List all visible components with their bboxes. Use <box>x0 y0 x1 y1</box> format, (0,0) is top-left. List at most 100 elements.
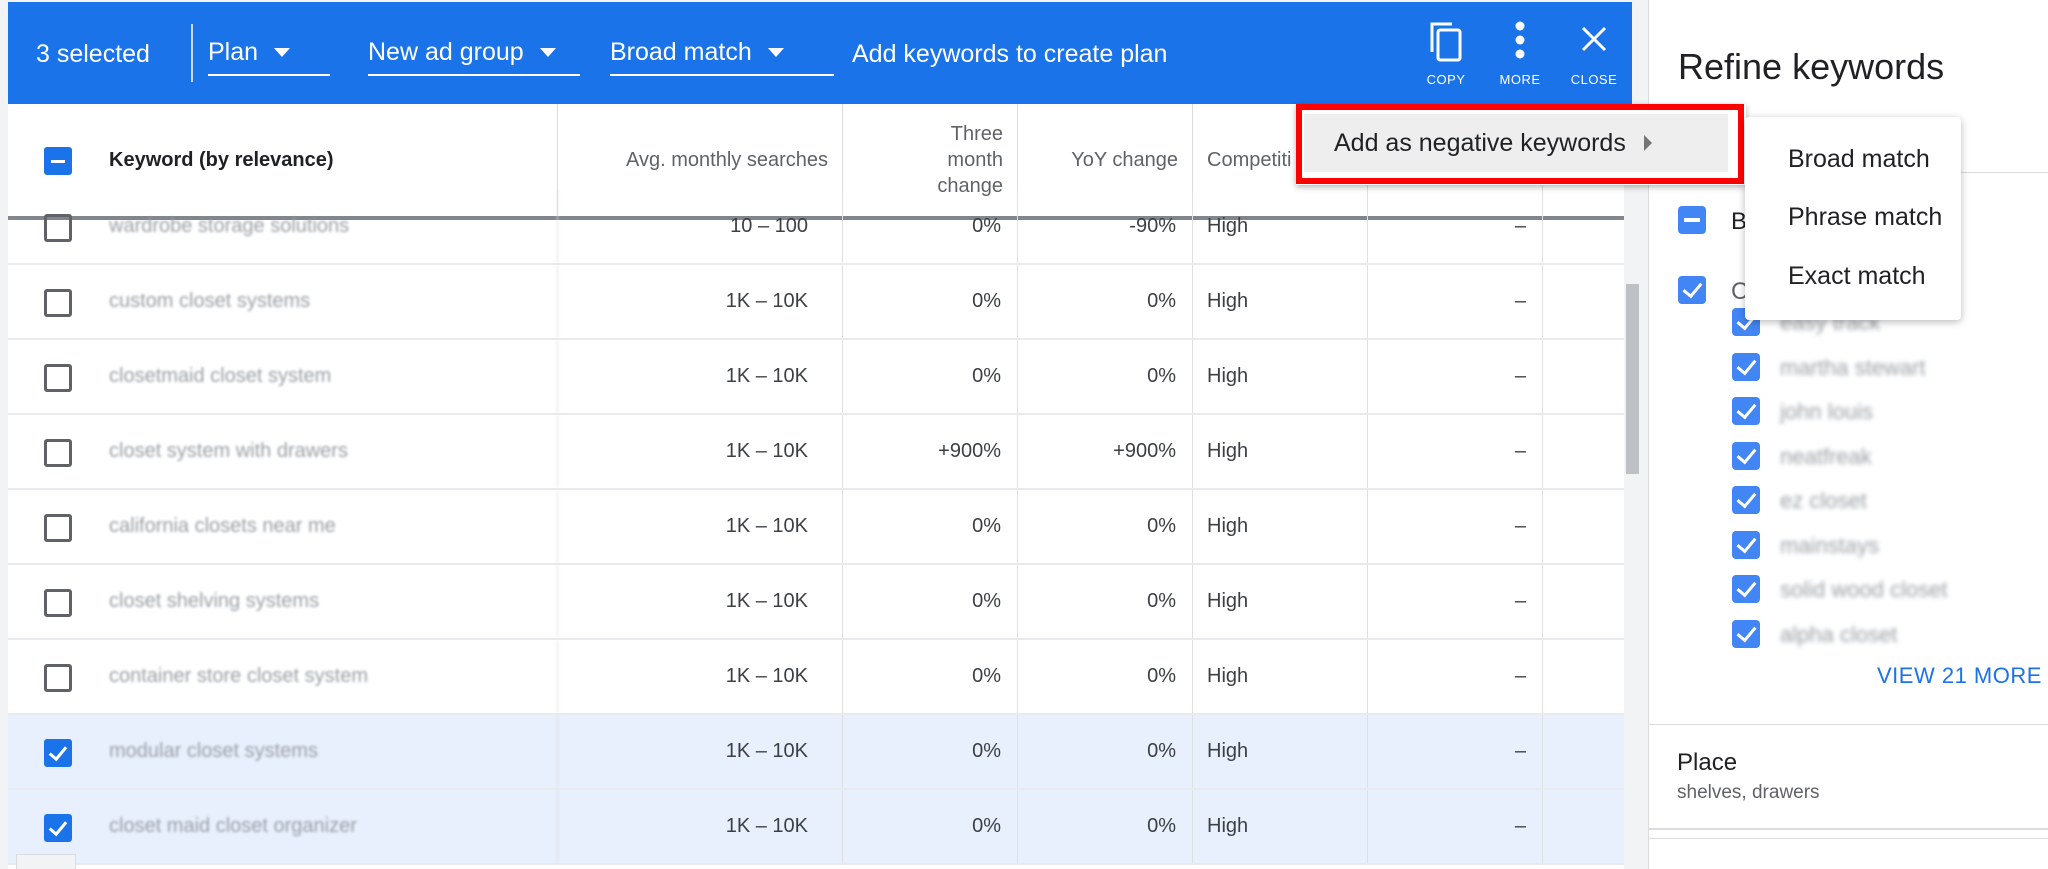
three-month-change-cell: 0% <box>843 640 1018 713</box>
keyword-cell: custom closet systems <box>8 265 558 338</box>
brand-checkbox[interactable] <box>1732 352 1760 381</box>
brand-checkbox[interactable] <box>1732 441 1760 470</box>
three-month-change-cell: 0% <box>843 340 1018 413</box>
close-button[interactable]: CLOSE <box>1562 20 1626 92</box>
competition-cell: High <box>1193 790 1368 863</box>
three-month-change-cell: 0% <box>843 190 1018 263</box>
view-more-link[interactable]: VIEW 21 MORE <box>1877 663 2042 689</box>
brand-checkbox[interactable] <box>1732 575 1760 603</box>
row-checkbox[interactable] <box>44 664 72 692</box>
row-checkbox[interactable] <box>44 739 72 767</box>
column-7-cell <box>1543 340 1632 413</box>
avg-searches-cell: 1K – 10K <box>558 715 843 788</box>
three-month-change-cell: +900% <box>843 415 1018 488</box>
table-row[interactable]: closet shelving systems 1K – 10K 0% 0% High – <box>8 565 1632 640</box>
table-row[interactable]: modular closet systems 1K – 10K 0% 0% High – <box>8 715 1632 790</box>
menu-item-add-negative-keywords[interactable]: Add as negative keywords <box>1304 114 1728 172</box>
column-7-cell <box>1543 565 1632 638</box>
keyword-cell: modular closet systems <box>8 715 558 788</box>
yoy-change-cell: 0% <box>1018 490 1193 563</box>
match-type-dropdown[interactable]: Broad match <box>610 38 834 76</box>
column-7-cell <box>1543 790 1632 863</box>
ad-group-dropdown[interactable]: New ad group <box>368 38 580 76</box>
table-row[interactable]: container store closet system 1K – 10K 0% 0… <box>8 640 1632 715</box>
place-section-subtitle: shelves, drawers <box>1677 782 1820 803</box>
submenu-item-broad-match[interactable]: Broad match <box>1788 145 1930 174</box>
three-month-change-cell: 0% <box>843 265 1018 338</box>
keyword-cell: wardrobe storage solutions <box>8 190 558 263</box>
yoy-change-cell: 0% <box>1018 565 1193 638</box>
table-row[interactable]: closet maid closet organizer 1K – 10K 0% 0%… <box>8 790 1632 865</box>
row-checkbox[interactable] <box>44 814 72 842</box>
menu-item-label: Add as negative keywords <box>1334 128 1626 157</box>
column-header-competition-label: Competiti <box>1207 148 1292 171</box>
avg-searches-cell: 1K – 10K <box>558 265 843 338</box>
caret-down-icon <box>539 48 556 57</box>
yoy-change-cell: 0% <box>1018 340 1193 413</box>
row-checkbox[interactable] <box>44 439 72 467</box>
brand-checkbox[interactable] <box>1732 486 1760 514</box>
column-header-three-month-label: Three month change <box>937 123 1003 197</box>
column-6-cell: – <box>1368 715 1543 788</box>
column-header-yoy-label: YoY change <box>1071 148 1178 171</box>
submenu-item-phrase-match[interactable]: Phrase match <box>1788 203 1942 232</box>
brand-label: ez closet <box>1780 488 1867 513</box>
competition-cell: High <box>1193 715 1368 788</box>
column-6-cell: – <box>1368 265 1543 338</box>
subgroup-checkbox[interactable] <box>1678 276 1706 304</box>
avg-searches-cell: 1K – 10K <box>558 565 843 638</box>
plan-dropdown[interactable]: Plan <box>208 38 330 76</box>
selection-action-bar: 3 selected Plan New ad group Broad match… <box>8 2 1632 104</box>
divider <box>1649 828 2048 830</box>
select-all-checkbox[interactable] <box>44 147 72 175</box>
close-label: CLOSE <box>1570 72 1618 87</box>
column-6-cell: – <box>1368 790 1543 863</box>
close-icon <box>1581 26 1607 52</box>
table-corner <box>16 854 76 869</box>
brand-checkbox[interactable] <box>1732 397 1760 425</box>
brand-label: alpha closet <box>1780 621 1898 647</box>
place-section-title[interactable]: Place <box>1677 749 1737 777</box>
column-6-cell: – <box>1368 640 1543 713</box>
column-6-cell: – <box>1368 190 1543 263</box>
keyword-cell: closet shelving systems <box>8 565 558 638</box>
competition-cell: High <box>1193 265 1368 338</box>
column-7-cell <box>1543 415 1632 488</box>
competition-cell: High <box>1193 565 1368 638</box>
brand-checkbox[interactable] <box>1732 530 1760 559</box>
table-row[interactable]: california closets near me 1K – 10K 0% 0% Hi… <box>8 490 1632 565</box>
row-checkbox[interactable] <box>44 364 72 392</box>
three-month-change-cell: 0% <box>843 715 1018 788</box>
column-7-cell <box>1543 190 1632 263</box>
avg-searches-cell: 10 – 100 <box>558 190 843 263</box>
brand-group-checkbox[interactable] <box>1678 206 1706 234</box>
table-row[interactable]: closet system with drawers 1K – 10K +900% +… <box>8 415 1632 490</box>
refine-keywords-title: Refine keywords <box>1678 46 1945 87</box>
brand-checkbox[interactable] <box>1732 619 1760 648</box>
table-scrollbar-track[interactable] <box>1624 104 1640 869</box>
row-checkbox[interactable] <box>44 514 72 542</box>
more-label: MORE <box>1499 72 1541 87</box>
more-button[interactable]: MORE <box>1488 20 1552 92</box>
three-month-change-cell: 0% <box>843 790 1018 863</box>
divider <box>191 24 193 82</box>
yoy-change-cell: +900% <box>1018 415 1193 488</box>
table-row[interactable]: closetmaid closet system 1K – 10K 0% 0% High… <box>8 340 1632 415</box>
table-row[interactable]: custom closet systems 1K – 10K 0% 0% High – <box>8 265 1632 340</box>
yoy-change-cell: 0% <box>1018 265 1193 338</box>
three-month-change-cell: 0% <box>843 490 1018 563</box>
row-checkbox[interactable] <box>44 214 72 242</box>
plan-dropdown-label: Plan <box>208 38 259 66</box>
column-6-cell: – <box>1368 340 1543 413</box>
table-row[interactable]: wardrobe storage solutions 10 – 100 0% -90%… <box>8 190 1632 265</box>
caret-down-icon <box>767 48 784 57</box>
row-checkbox[interactable] <box>44 589 72 617</box>
copy-button[interactable]: COPY <box>1414 20 1478 92</box>
row-checkbox[interactable] <box>44 289 72 317</box>
yoy-change-cell: -90% <box>1018 190 1193 263</box>
submenu-item-exact-match[interactable]: Exact match <box>1788 262 1926 291</box>
yoy-change-cell: 0% <box>1018 790 1193 863</box>
table-scrollbar-thumb[interactable] <box>1626 284 1639 474</box>
competition-cell: High <box>1193 415 1368 488</box>
avg-searches-cell: 1K – 10K <box>558 340 843 413</box>
